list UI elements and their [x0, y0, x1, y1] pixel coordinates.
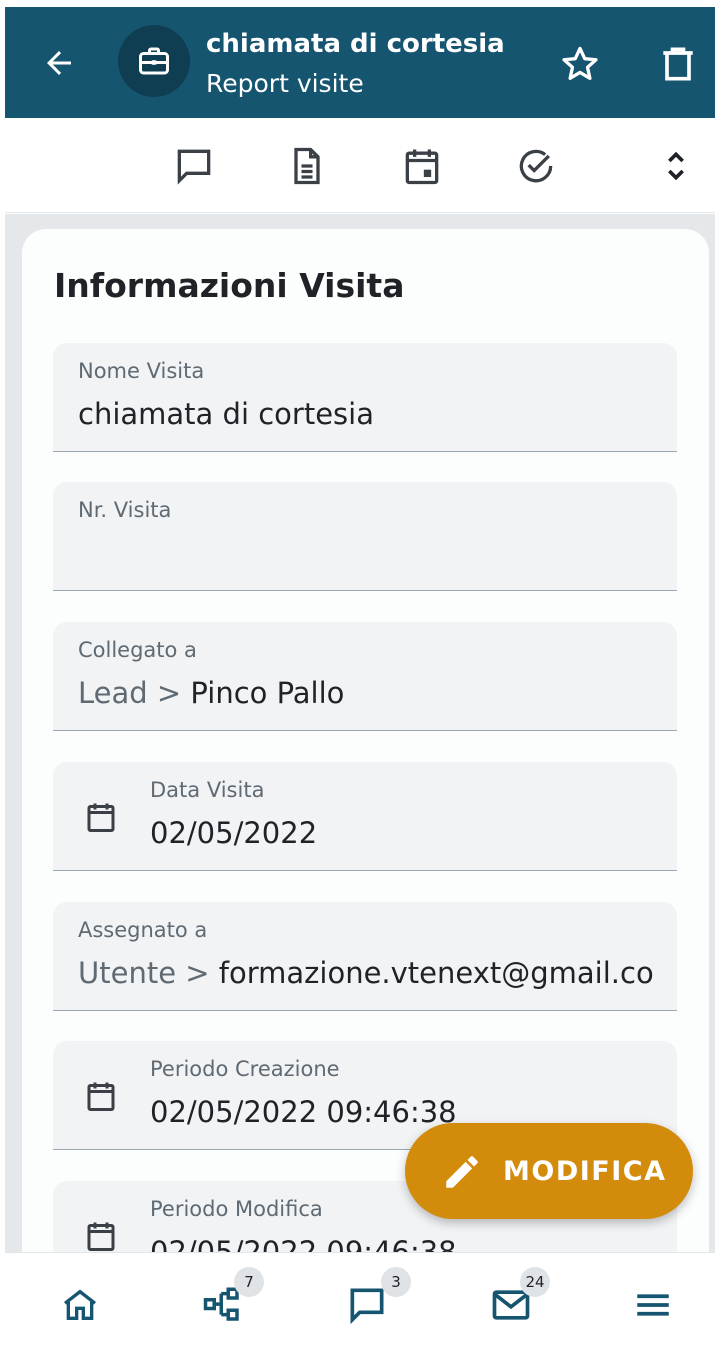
- related-type: Lead >: [78, 676, 191, 710]
- check-circle-icon[interactable]: [512, 142, 560, 190]
- comment-icon[interactable]: [170, 142, 218, 190]
- briefcase-icon: [118, 25, 190, 97]
- star-outline-icon[interactable]: [558, 42, 602, 86]
- section-title: Informazioni Visita: [54, 266, 405, 305]
- pencil-icon: [446, 1156, 478, 1188]
- field-label: Periodo Creazione: [150, 1057, 340, 1081]
- field-label: Data Visita: [150, 778, 265, 802]
- field-label: Periodo Modifica: [150, 1197, 323, 1221]
- app-bar: chiamata di cortesia Report visite: [5, 7, 715, 118]
- calendar-icon: [87, 803, 115, 832]
- field-value: Utente > formazione.vtenext@gmail.co: [78, 956, 668, 990]
- calendar-icon: [87, 1082, 115, 1111]
- modifica-label: MODIFICA: [503, 1156, 667, 1187]
- field-value: 02/05/2022: [150, 816, 318, 850]
- home-icon: [63, 1289, 97, 1320]
- chat-badge: 3: [381, 1267, 411, 1297]
- expand-collapse-icon[interactable]: [652, 142, 700, 190]
- field-label: Nome Visita: [78, 359, 205, 383]
- calendar-icon: [87, 1222, 115, 1251]
- action-toolbar: [5, 118, 715, 213]
- trash-icon[interactable]: [656, 42, 700, 86]
- nav-menu[interactable]: [629, 1281, 677, 1329]
- nav-home[interactable]: [56, 1281, 104, 1329]
- document-icon[interactable]: [283, 142, 331, 190]
- calendar-event-icon[interactable]: [398, 142, 446, 190]
- field-value: 02/05/2022 09:46:38: [150, 1235, 457, 1252]
- field-label: Collegato a: [78, 638, 197, 662]
- record-title: chiamata di cortesia: [206, 29, 505, 59]
- hierarchy-badge: 7: [234, 1267, 264, 1297]
- data-visita-field[interactable]: Data Visita 02/05/2022: [53, 762, 677, 871]
- collegato-a-field[interactable]: Collegato a Lead > Pinco Pallo: [53, 622, 677, 731]
- field-value: chiamata di cortesia: [78, 397, 374, 431]
- arrow-left-icon[interactable]: [39, 43, 79, 83]
- field-label: Assegnato a: [78, 918, 208, 942]
- mail-badge: 24: [520, 1267, 550, 1297]
- nome-visita-field[interactable]: Nome Visita chiamata di cortesia: [53, 343, 677, 452]
- bottom-navigation: 7 3 24: [5, 1252, 715, 1349]
- modifica-button[interactable]: MODIFICA: [405, 1123, 693, 1219]
- field-value: Lead > Pinco Pallo: [78, 676, 668, 710]
- field-label: Nr. Visita: [78, 498, 172, 522]
- assegnato-a-field[interactable]: Assegnato a Utente > formazione.vtenext@…: [53, 902, 677, 1011]
- assignee-name[interactable]: formazione.vtenext@gmail.co: [219, 956, 654, 990]
- module-subtitle: Report visite: [206, 69, 364, 98]
- nr-visita-field[interactable]: Nr. Visita: [53, 482, 677, 591]
- related-name[interactable]: Pinco Pallo: [190, 676, 344, 710]
- assignee-type: Utente >: [78, 956, 219, 990]
- menu-icon: [637, 1294, 669, 1316]
